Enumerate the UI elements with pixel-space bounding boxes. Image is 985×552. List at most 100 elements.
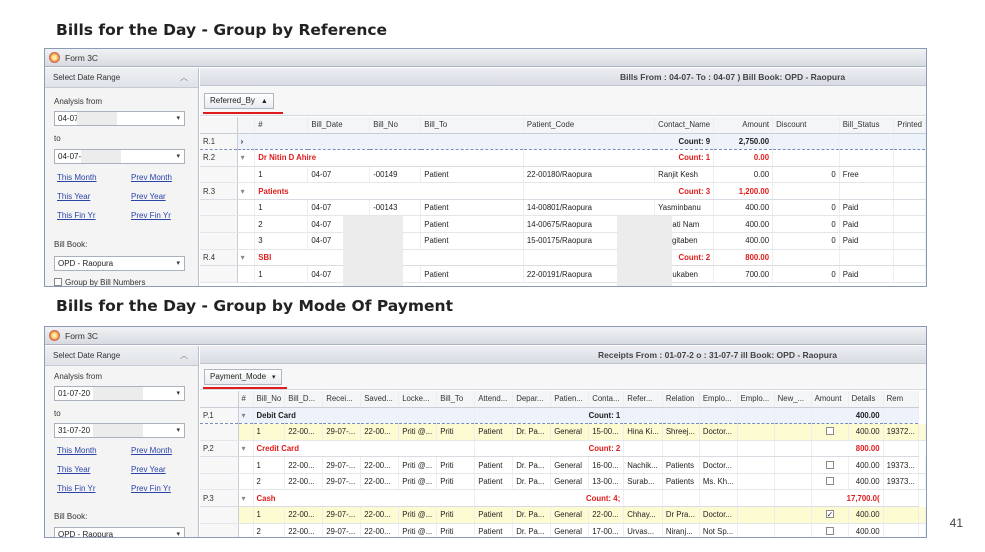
column-header[interactable]: Bill_D... <box>284 391 324 408</box>
new-checkbox-cell[interactable] <box>811 456 849 474</box>
column-header[interactable]: Locke... <box>398 391 438 408</box>
column-header[interactable]: Amount <box>713 117 774 134</box>
bill-book-select[interactable]: OPD - Raopura ▾ <box>54 256 185 271</box>
table-row[interactable]: 2 22-00... 29-07-... 22-00... Priti @... Prit… <box>200 523 926 537</box>
collapse-icon[interactable]: ▾ <box>238 489 254 508</box>
prev-fin-yr-link[interactable]: Prev Fin Yr <box>131 211 171 220</box>
indent-cell <box>237 265 256 283</box>
checkbox-icon[interactable] <box>825 427 834 436</box>
prev-month-link[interactable]: Prev Month <box>131 173 172 182</box>
column-header[interactable]: Bill_Status <box>839 117 895 134</box>
collapse-icon[interactable]: ▾ <box>237 149 256 167</box>
column-header[interactable]: Patien... <box>550 391 590 408</box>
dropdown-arrow-icon[interactable]: ▾ <box>176 257 180 270</box>
group-by-bill-numbers-checkbox[interactable]: Group by Bill Numbers <box>54 278 145 286</box>
date-range-header[interactable]: Select Date Range ︿ <box>45 346 198 366</box>
column-header[interactable]: Bill_No <box>369 117 422 134</box>
indent-cell <box>238 456 254 474</box>
this-month-link[interactable]: This Month <box>57 446 97 455</box>
collapse-icon[interactable]: ▾ <box>237 249 256 267</box>
table-row[interactable]: 1 22-00... 29-07-... 22-00... Priti @... Prit… <box>200 456 926 474</box>
table-row[interactable]: 204-07-00152Patient14-00675/RaopuraUnnat… <box>200 215 926 234</box>
table-row[interactable]: 1 04-07 -00143 Patient 14-00801/Raopura Yasmi… <box>200 199 926 217</box>
table-row[interactable]: 1 22-00... 29-07-... 22-00... Priti @... Prit… <box>200 423 926 441</box>
table-row[interactable]: 1 04-07 -00149 Patient 22-00180/Raopura Ranji… <box>200 166 926 184</box>
column-header[interactable]: # <box>238 391 254 408</box>
group-row[interactable]: R.2 ▾ Dr Nitin D Ahire Count: 1 0.00 <box>200 149 926 167</box>
group-row[interactable]: P.1 ▾ Debit Card Count: 1 400.00 <box>200 406 925 425</box>
column-header[interactable]: Amount <box>811 391 849 408</box>
dropdown-arrow-icon[interactable]: ▾ <box>272 374 276 381</box>
checkbox-icon[interactable] <box>825 477 834 486</box>
group-row[interactable]: R.4 ▾ SBI Count: 2 800.00 <box>200 249 926 267</box>
table-row[interactable]: 104-07-00150Patient22-00191/RaopuraRenuk… <box>200 265 926 283</box>
dropdown-arrow-icon[interactable]: ▾ <box>176 528 180 537</box>
prev-month-link[interactable]: Prev Month <box>131 446 172 455</box>
column-header[interactable]: Bill_To <box>436 391 476 408</box>
column-header[interactable]: Bill_Date <box>307 117 371 134</box>
column-header[interactable]: Refer... <box>623 391 663 408</box>
column-header[interactable]: # <box>254 117 309 134</box>
dropdown-arrow-icon[interactable]: ▾ <box>176 150 180 163</box>
summary-row[interactable]: R.1 › Count: 9 2,750.00 <box>200 132 926 151</box>
expand-icon[interactable]: › <box>237 132 256 151</box>
group-row[interactable]: P.2 ▾ Credit Card Count: 2 800.00 <box>200 440 925 458</box>
date-range-header[interactable]: Select Date Range ︿ <box>45 68 198 88</box>
prev-year-link[interactable]: Prev Year <box>131 465 166 474</box>
checkbox-icon[interactable] <box>825 460 834 469</box>
new-checkbox-cell[interactable] <box>811 423 849 441</box>
cell-amount: 0.00 <box>713 166 774 184</box>
group-row[interactable]: R.3 ▾ Patients Count: 3 1,200.00 <box>200 182 926 200</box>
chevron-up-icon[interactable]: ︿ <box>180 68 188 88</box>
cell: Dr Pra... <box>662 506 700 524</box>
column-header[interactable]: Attend... <box>474 391 514 408</box>
sort-up-icon[interactable]: ▲ <box>261 98 268 105</box>
this-year-link[interactable]: This Year <box>57 192 90 201</box>
column-header[interactable]: Printed <box>893 117 926 134</box>
column-header[interactable]: Relation <box>662 391 700 408</box>
table-row[interactable]: 1 22-00... 29-07-... 22-00... Priti @... Prit… <box>200 506 926 524</box>
this-fin-yr-link[interactable]: This Fin Yr <box>57 484 96 493</box>
from-date-picker[interactable]: 04-07- ▾ <box>54 111 185 126</box>
column-header[interactable]: Depar... <box>512 391 552 408</box>
this-month-link[interactable]: This Month <box>57 173 97 182</box>
prev-fin-yr-link[interactable]: Prev Fin Yr <box>131 484 171 493</box>
group-chip-referred-by[interactable]: Referred_By ▲ <box>204 93 274 109</box>
checkbox-icon[interactable] <box>54 278 62 286</box>
new-checkbox-cell[interactable] <box>811 506 849 524</box>
column-header[interactable]: Recei... <box>322 391 362 408</box>
chevron-up-icon[interactable]: ︿ <box>180 346 188 366</box>
table-row[interactable]: 2 22-00... 29-07-... 22-00... Priti @... Prit… <box>200 473 926 491</box>
prev-year-link[interactable]: Prev Year <box>131 192 166 201</box>
new-checkbox-cell[interactable] <box>811 473 849 491</box>
column-header[interactable]: Conta... <box>588 391 625 408</box>
new-checkbox-cell[interactable] <box>811 523 849 537</box>
column-header[interactable]: Emplo... <box>699 391 738 408</box>
checkbox-icon[interactable] <box>825 526 834 535</box>
dropdown-arrow-icon[interactable]: ▾ <box>176 424 180 437</box>
column-header[interactable]: Emplo... <box>737 391 775 408</box>
column-header[interactable]: Bill_To <box>420 117 524 134</box>
table-row[interactable]: 304-07-00153Patient15-00175/RaopuraSangi… <box>200 232 926 250</box>
report-info-bar: Bills From : 04-07- To : 04-07 ) Bill Bo… <box>200 68 926 86</box>
column-header[interactable]: Saved... <box>360 391 400 408</box>
checkbox-icon[interactable] <box>825 510 834 519</box>
column-header[interactable]: Patient_Code <box>523 117 656 134</box>
column-header[interactable]: New_... <box>774 391 812 408</box>
dropdown-arrow-icon[interactable]: ▾ <box>176 387 180 400</box>
column-header[interactable]: Details <box>848 391 884 408</box>
bills-table: # Bill_Date Bill_No Bill_To Patient_Code Cont… <box>200 117 926 283</box>
collapse-icon[interactable]: ▾ <box>238 406 254 425</box>
group-row[interactable]: P.3 ▾ Cash Count: 4; 17,700.0( <box>200 489 925 508</box>
column-header[interactable]: Rem <box>883 391 919 408</box>
column-header[interactable]: Discount <box>772 117 840 134</box>
this-fin-yr-link[interactable]: This Fin Yr <box>57 211 96 220</box>
bill-book-select[interactable]: OPD - Raopura ▾ <box>54 527 185 537</box>
collapse-icon[interactable]: ▾ <box>237 182 256 200</box>
group-chip-payment-mode[interactable]: Payment_Mode ▾ <box>204 369 282 385</box>
collapse-icon[interactable]: ▾ <box>238 440 254 458</box>
this-year-link[interactable]: This Year <box>57 465 90 474</box>
dropdown-arrow-icon[interactable]: ▾ <box>176 112 180 125</box>
column-header[interactable]: Contact_Name <box>654 117 715 134</box>
column-header[interactable]: Bill_No <box>253 391 286 408</box>
